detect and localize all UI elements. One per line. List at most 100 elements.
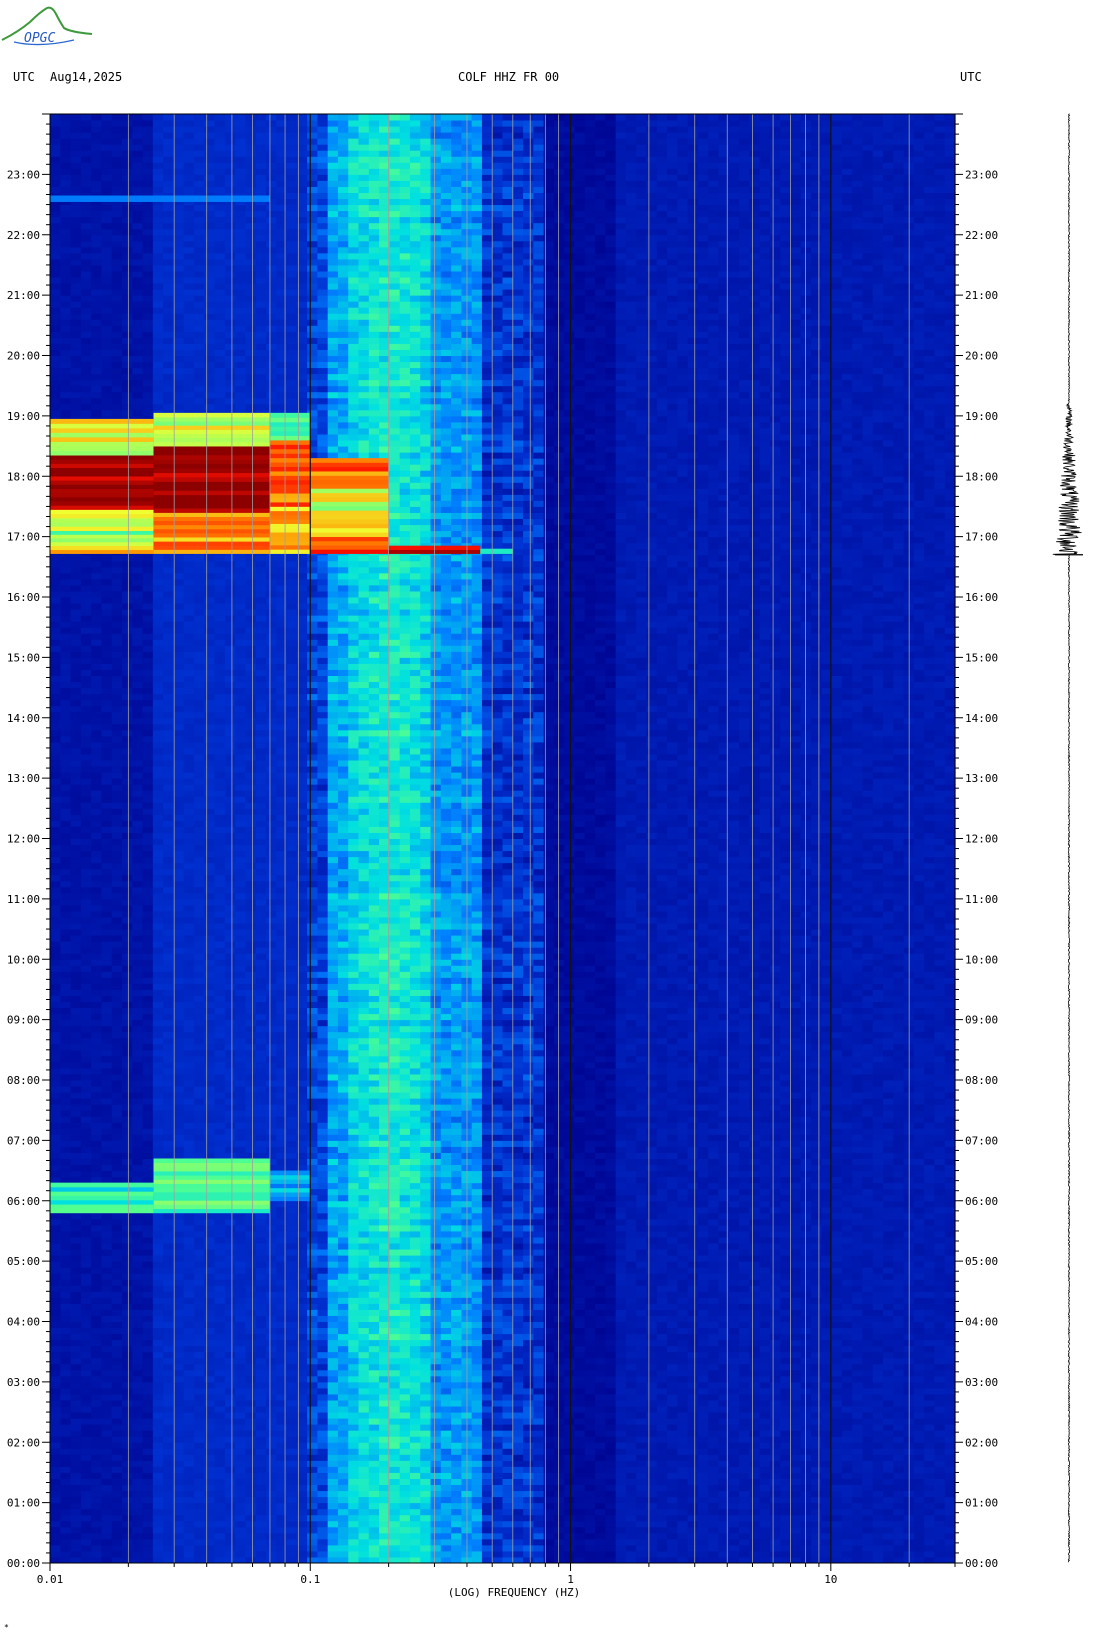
heatmap-cell — [512, 1309, 524, 1316]
heatmap-cell — [121, 1303, 133, 1310]
heatmap-cell — [451, 1345, 462, 1353]
heatmap-cell — [924, 1460, 936, 1467]
heatmap-cell — [276, 1430, 288, 1437]
heatmap-cell — [163, 1363, 175, 1371]
heatmap-cell — [687, 1460, 699, 1467]
heatmap-cell — [286, 1315, 298, 1322]
heatmap-cell — [636, 1406, 648, 1413]
heatmap-cell — [173, 1261, 185, 1268]
heatmap-cell — [944, 1460, 956, 1467]
heatmap-cell — [481, 1472, 493, 1479]
heatmap-cell — [245, 1309, 257, 1316]
heatmap-cell — [317, 1333, 329, 1341]
heatmap-cell — [883, 1393, 894, 1401]
heatmap-cell — [944, 1255, 956, 1262]
heatmap-cell — [687, 1532, 699, 1540]
heatmap-cell — [913, 1339, 925, 1347]
heatmap-cell — [852, 1550, 864, 1558]
heatmap-cell — [615, 1412, 627, 1419]
heatmap-cell — [656, 1520, 668, 1528]
heatmap-cell — [533, 1496, 545, 1504]
heatmap-cell — [553, 1339, 565, 1347]
heatmap-cell — [173, 1532, 185, 1540]
heatmap-cell — [286, 1333, 298, 1341]
heatmap-cell — [811, 1460, 822, 1467]
heatmap-cell — [368, 1291, 380, 1298]
heatmap-cell — [399, 1249, 411, 1256]
heatmap-cell — [667, 1285, 678, 1292]
heatmap-cell — [481, 1466, 493, 1473]
heatmap-cell — [687, 1399, 699, 1407]
heatmap-cell — [646, 1243, 658, 1250]
heatmap-cell — [615, 1478, 627, 1486]
heatmap-cell — [615, 1526, 627, 1534]
heatmap-cell — [656, 1490, 668, 1498]
heatmap-cell — [553, 1508, 565, 1516]
heatmap-cell — [337, 1267, 349, 1274]
heatmap-cell — [780, 1261, 792, 1268]
heatmap-cell — [780, 1460, 792, 1467]
heatmap-cell — [368, 1375, 380, 1383]
heatmap-cell — [121, 1436, 133, 1443]
heatmap-cell — [183, 1412, 195, 1419]
heatmap-cell — [862, 1538, 874, 1546]
heatmap-cell — [111, 1267, 123, 1274]
heatmap-cell — [60, 1369, 72, 1377]
heatmap-cell — [276, 1520, 288, 1528]
heatmap-cell — [667, 1345, 678, 1353]
heatmap-cell — [255, 1230, 267, 1238]
heatmap-cell — [615, 1508, 627, 1516]
heatmap-cell — [512, 1236, 524, 1244]
heatmap-cell — [883, 1309, 894, 1316]
heatmap-cell — [204, 1430, 216, 1437]
heatmap-cell — [430, 1526, 442, 1534]
heatmap-cell — [163, 1502, 175, 1510]
heatmap-cell — [193, 1321, 205, 1329]
heatmap-cell — [862, 1436, 874, 1443]
heatmap-cell — [368, 1249, 380, 1256]
heatmap-cell — [841, 1339, 853, 1347]
heatmap-cell — [656, 1532, 668, 1540]
heatmap-cell — [708, 1466, 720, 1473]
heatmap-cell — [183, 1544, 195, 1552]
heatmap-cell — [307, 1538, 318, 1546]
heatmap-cell — [224, 1309, 236, 1316]
heatmap-cell — [70, 1544, 82, 1552]
heatmap-cell — [512, 1424, 524, 1431]
heatmap-cell — [163, 1261, 175, 1268]
heatmap-cell — [667, 1357, 678, 1365]
heatmap-cell — [307, 1363, 318, 1371]
heatmap-cell — [471, 1218, 483, 1226]
heatmap-cell — [399, 1508, 411, 1516]
heatmap-cell — [193, 1496, 205, 1504]
heatmap-cell — [204, 1550, 216, 1558]
heatmap-cell — [790, 1442, 802, 1449]
heatmap-cell — [677, 1333, 689, 1341]
heatmap-cell — [276, 1472, 288, 1479]
heatmap-cell — [656, 1357, 668, 1365]
heatmap-cell — [605, 1321, 617, 1329]
heatmap-cell — [769, 1514, 781, 1522]
heatmap-cell — [492, 1436, 504, 1443]
heatmap-cell — [121, 1339, 133, 1347]
heatmap-cell — [163, 1315, 175, 1322]
heatmap-cell — [615, 1430, 627, 1437]
heatmap-cell — [739, 1309, 750, 1316]
heatmap-cell — [625, 1267, 637, 1274]
heatmap-cell — [70, 1375, 82, 1383]
heatmap-cell — [574, 1236, 586, 1244]
heatmap-cell — [163, 1496, 175, 1504]
heatmap-cell — [800, 1261, 812, 1268]
heatmap-cell — [852, 1369, 864, 1377]
heatmap-cell — [553, 1466, 565, 1473]
heatmap-cell — [636, 1249, 648, 1256]
heatmap-cell — [852, 1224, 864, 1232]
heatmap-cell — [183, 1279, 195, 1286]
heatmap-cell — [368, 1484, 380, 1492]
heatmap-cell — [348, 1466, 360, 1473]
heatmap-cell — [759, 1544, 771, 1552]
heatmap-cell — [883, 1255, 894, 1262]
heatmap-cell — [317, 1375, 329, 1383]
heatmap-cell — [667, 1309, 678, 1316]
heatmap-cell — [101, 1339, 113, 1347]
